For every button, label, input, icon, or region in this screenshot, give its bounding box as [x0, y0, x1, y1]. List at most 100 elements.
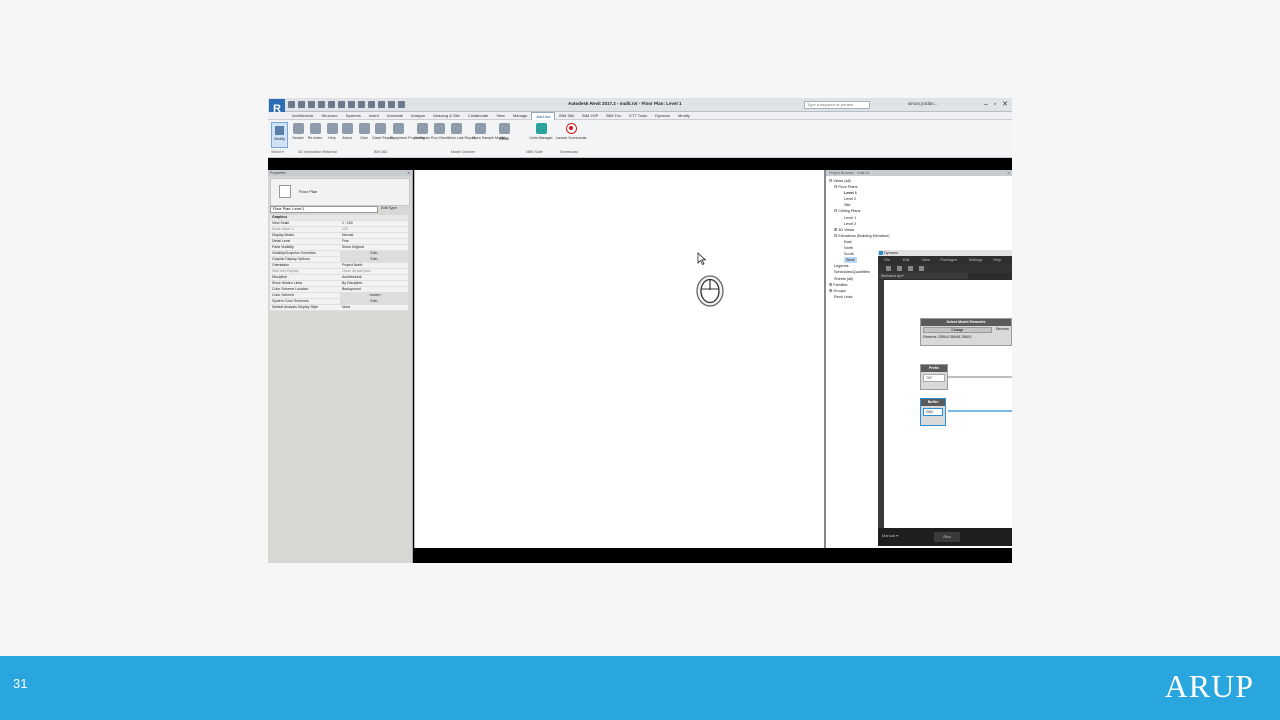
search-button[interactable]: Search	[290, 123, 306, 140]
tab-bim-fox[interactable]: BIM Fox	[602, 112, 625, 120]
buffer-node[interactable]: Buffer 2000	[920, 398, 946, 426]
reindex-icon	[309, 123, 321, 134]
change-button[interactable]: Change	[923, 327, 992, 333]
type-selector[interactable]: Floor Plan	[270, 178, 410, 206]
tab-annotate[interactable]: Annotate	[383, 112, 407, 120]
new-file-icon[interactable]	[886, 266, 891, 271]
run-check-button[interactable]: Run Check	[431, 123, 449, 140]
record-icon	[565, 123, 577, 134]
menu-settings[interactable]: Settings	[969, 256, 993, 264]
instance-filter-select[interactable]: Floor Plan: Level 1	[270, 206, 378, 213]
tab-dynamo[interactable]: Dynamo	[651, 112, 674, 120]
tab-architecture[interactable]: Architecture	[288, 112, 317, 120]
clash-report-button[interactable]: Clash Report	[372, 123, 393, 140]
ribbon-tabs: Architecture Structure Systems Insert An…	[268, 112, 1012, 120]
select-dropdown[interactable]: Select ▾	[271, 150, 284, 154]
about-button[interactable]: About	[339, 123, 355, 140]
project-browser-header: Project Browser - multi.rvt ✕	[826, 170, 1012, 176]
tab-bim-2gp[interactable]: BIM 2GP	[578, 112, 602, 120]
dynamo-menu: File Edit View Packages Settings Help	[878, 256, 1012, 264]
table-row[interactable]: Default Analysis Display Style None	[270, 304, 408, 312]
menu-packages[interactable]: Packages	[940, 256, 968, 264]
open-icon[interactable]	[288, 101, 295, 108]
save-icon[interactable]	[298, 101, 305, 108]
file-tab[interactable]: Workarea.dyn*	[878, 273, 968, 279]
tab-structure[interactable]: Structure	[317, 112, 341, 120]
tab-view[interactable]: View	[492, 112, 509, 120]
modify-button[interactable]: Modify	[271, 122, 288, 148]
save-icon[interactable]	[908, 266, 913, 271]
search-icon	[292, 123, 304, 134]
embedded-screenshot: R Autodesk Revit 2017.2 - multi.rvt - Fl…	[268, 98, 1012, 563]
3d-view-icon[interactable]	[368, 101, 375, 108]
open-file-icon[interactable]	[897, 266, 902, 271]
drawing-canvas[interactable]	[414, 170, 824, 548]
dynamo-graph-canvas[interactable]: Select Model Elements Change Elements El…	[878, 280, 1012, 528]
window-title: Autodesk Revit 2017.2 - multi.rvt - Floo…	[568, 101, 682, 106]
units-manager-button[interactable]: Units Manager	[528, 123, 554, 140]
run-check-icon	[433, 123, 445, 134]
measure-icon[interactable]	[348, 101, 355, 108]
tab-modify[interactable]: Modify	[674, 112, 694, 120]
menu-view[interactable]: View	[922, 256, 941, 264]
prefix-input[interactable]: "XX"	[923, 374, 945, 382]
tab-insert[interactable]: Insert	[365, 112, 383, 120]
select-model-elements-node[interactable]: Select Model Elements Change Elements El…	[920, 318, 1012, 346]
menu-help[interactable]: Help	[993, 256, 1012, 264]
close-icon[interactable]: ✕	[407, 170, 410, 176]
launch-screencast-button[interactable]: Launch Screencast	[554, 123, 588, 140]
tab-ett-tools[interactable]: ETT Tools	[625, 112, 651, 120]
close-hidden-icon[interactable]	[388, 101, 395, 108]
menu-file[interactable]: File	[884, 256, 903, 264]
edit-type-button[interactable]: Edit Type	[381, 206, 397, 210]
properties-palette: Properties ✕ Floor Plan Floor Plan: Level…	[268, 170, 413, 563]
mouse-icon	[696, 275, 724, 307]
tab-massing-site[interactable]: Massing & Site	[429, 112, 464, 120]
redo-icon[interactable]	[328, 101, 335, 108]
user-account[interactable]: simon.jordan...	[908, 101, 938, 106]
properties-header: Properties ✕	[268, 170, 412, 176]
tab-manage[interactable]: Manage	[509, 112, 531, 120]
section-icon[interactable]	[378, 101, 385, 108]
run-mode-select[interactable]: Manual ▾	[882, 533, 898, 538]
dynamo-toolbar	[878, 264, 1012, 273]
tab-bim-360[interactable]: BIM 360	[555, 112, 578, 120]
reindex-button[interactable]: Re-index	[307, 123, 323, 140]
tab-add-ins[interactable]: Add-Ins	[531, 112, 556, 120]
run-button[interactable]: Run	[934, 532, 960, 542]
tab-analyze[interactable]: Analyze	[407, 112, 429, 120]
elements-value: Elements: 259544 258468 258451	[923, 335, 972, 339]
close-icon[interactable]: ✕	[1002, 100, 1008, 109]
switch-windows-icon[interactable]	[398, 101, 405, 108]
view-last-report-button[interactable]: View Last Report	[448, 123, 475, 140]
minimize-icon[interactable]: –	[984, 100, 988, 109]
menu-edit[interactable]: Edit	[903, 256, 922, 264]
undo-icon[interactable]	[919, 266, 924, 271]
library-collapsed-panel[interactable]	[878, 280, 884, 528]
tree-item[interactable]: ⊟ Elevations (Building Elevation)	[829, 233, 890, 239]
equipment-properties-button[interactable]: Equipment Properties	[390, 123, 425, 140]
panel-nbs-suite: NBS Suite	[526, 150, 543, 154]
glue-button[interactable]: Glue	[356, 123, 372, 140]
sync-icon[interactable]	[308, 101, 315, 108]
close-icon[interactable]: ✕	[1007, 170, 1010, 176]
print-icon[interactable]	[338, 101, 345, 108]
dynamo-run-bar: Manual ▾ Run	[878, 528, 1012, 546]
open-sample-model-button[interactable]: Open Sample Model	[472, 123, 505, 140]
units-manager-icon	[535, 123, 547, 134]
restore-icon[interactable]: ▫	[994, 100, 996, 109]
buffer-input[interactable]: 2000	[923, 408, 943, 416]
checker-about-button[interactable]: About	[496, 135, 512, 141]
panel-model-checker: Model Checker	[451, 150, 476, 154]
tab-systems[interactable]: Systems	[342, 112, 365, 120]
undo-icon[interactable]	[318, 101, 325, 108]
mouse-pointer-icon	[697, 252, 706, 265]
prefix-node[interactable]: Prefix "XX"	[920, 364, 948, 390]
page-number: 31	[13, 676, 28, 691]
configure-button[interactable]: Configure	[414, 123, 430, 140]
tab-collaborate[interactable]: Collaborate	[464, 112, 492, 120]
text-icon[interactable]	[358, 101, 365, 108]
search-input[interactable]: Type a keyword or phrase	[804, 101, 870, 109]
arup-logo: ARUP	[1164, 668, 1254, 704]
help-button[interactable]: Help	[324, 123, 340, 140]
